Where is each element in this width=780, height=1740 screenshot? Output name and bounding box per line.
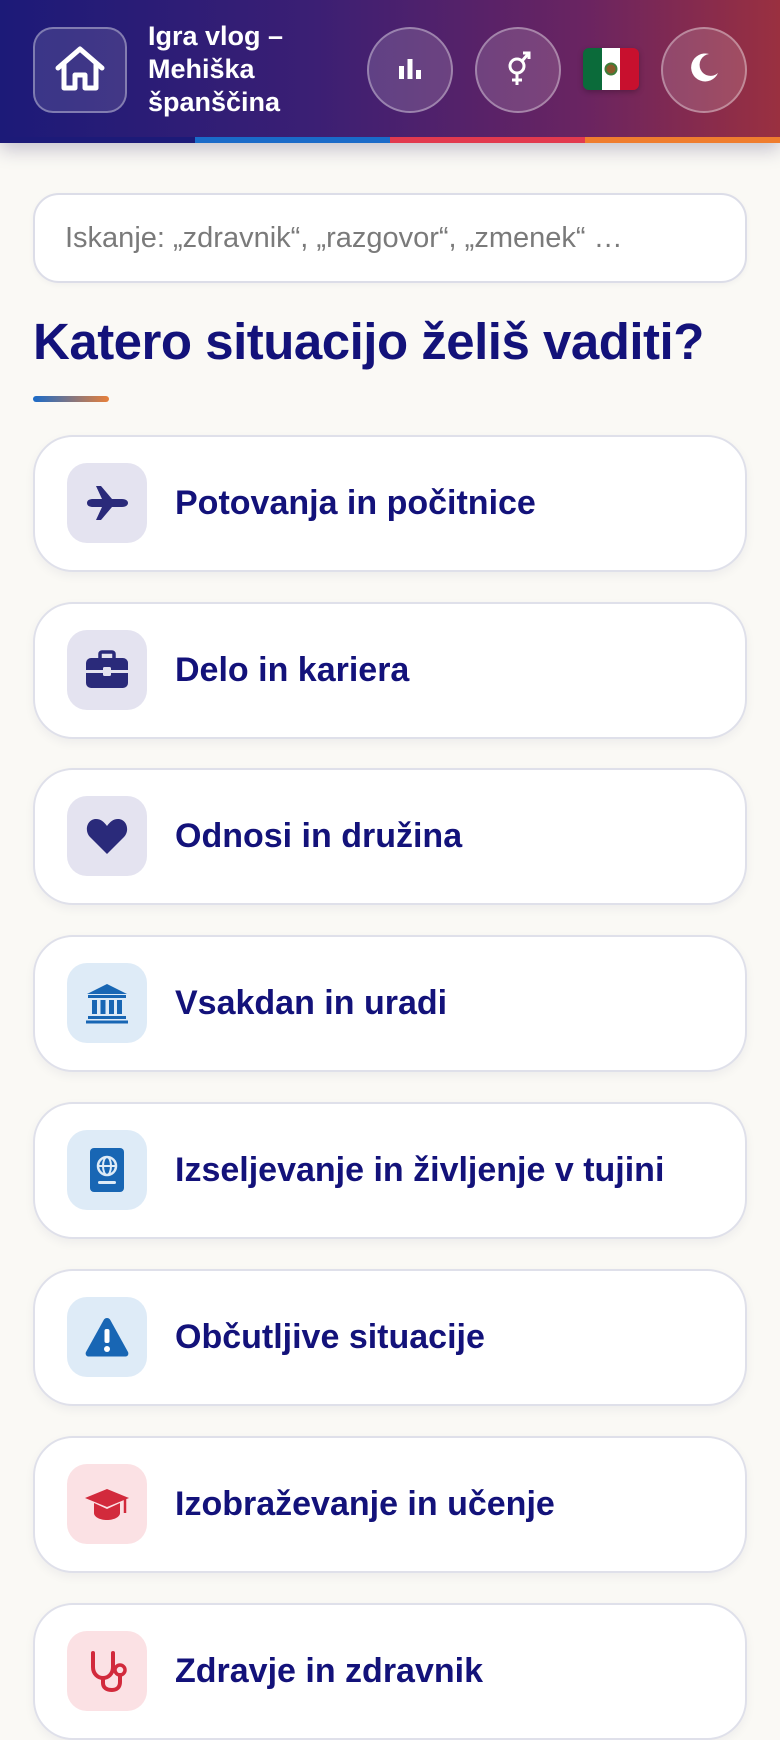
category-card-emigration[interactable]: Izseljevanje in življenje v tujini (33, 1102, 747, 1239)
category-card-sensitive[interactable]: Občutljive situacije (33, 1269, 747, 1406)
category-card-everyday[interactable]: Vsakdan in uradi (33, 935, 747, 1072)
gender-icon (503, 49, 533, 92)
category-label: Vsakdan in uradi (175, 984, 448, 1022)
category-label: Občutljive situacije (175, 1318, 485, 1356)
stethoscope-icon (67, 1631, 147, 1711)
category-card-work[interactable]: Delo in kariera (33, 602, 747, 739)
category-label: Potovanja in počitnice (175, 484, 536, 522)
gender-button[interactable] (475, 27, 561, 113)
graduation-cap-icon (67, 1464, 147, 1544)
header-accent-stripe (0, 137, 780, 143)
category-card-relationships[interactable]: Odnosi in družina (33, 768, 747, 905)
mexico-flag-icon[interactable] (583, 48, 639, 90)
category-label: Izobraževanje in učenje (175, 1485, 555, 1523)
warning-icon (67, 1297, 147, 1377)
search-input[interactable] (33, 193, 747, 283)
app-header: Igra vlog – Mehiška španščina (0, 0, 780, 143)
category-label: Odnosi in družina (175, 817, 463, 855)
category-card-health[interactable]: Zdravje in zdravnik (33, 1603, 747, 1740)
theme-toggle-button[interactable] (661, 27, 747, 113)
bar-chart-icon (397, 56, 423, 85)
stats-button[interactable] (367, 27, 453, 113)
home-icon (54, 44, 106, 97)
page-title: Katero situacijo želiš vaditi? (33, 313, 704, 370)
passport-icon (67, 1130, 147, 1210)
app-title: Igra vlog – Mehiška španščina (148, 21, 284, 117)
bank-building-icon (67, 963, 147, 1043)
category-label: Delo in kariera (175, 651, 410, 689)
category-label: Izseljevanje in življenje v tujini (175, 1151, 665, 1189)
category-label: Zdravje in zdravnik (175, 1652, 483, 1690)
briefcase-icon (67, 630, 147, 710)
category-card-education[interactable]: Izobraževanje in učenje (33, 1436, 747, 1573)
airplane-icon (67, 463, 147, 543)
category-card-travel[interactable]: Potovanja in počitnice (33, 435, 747, 572)
heart-icon (67, 796, 147, 876)
home-button[interactable] (33, 27, 127, 113)
title-underline (33, 396, 109, 402)
moon-icon (687, 51, 721, 90)
